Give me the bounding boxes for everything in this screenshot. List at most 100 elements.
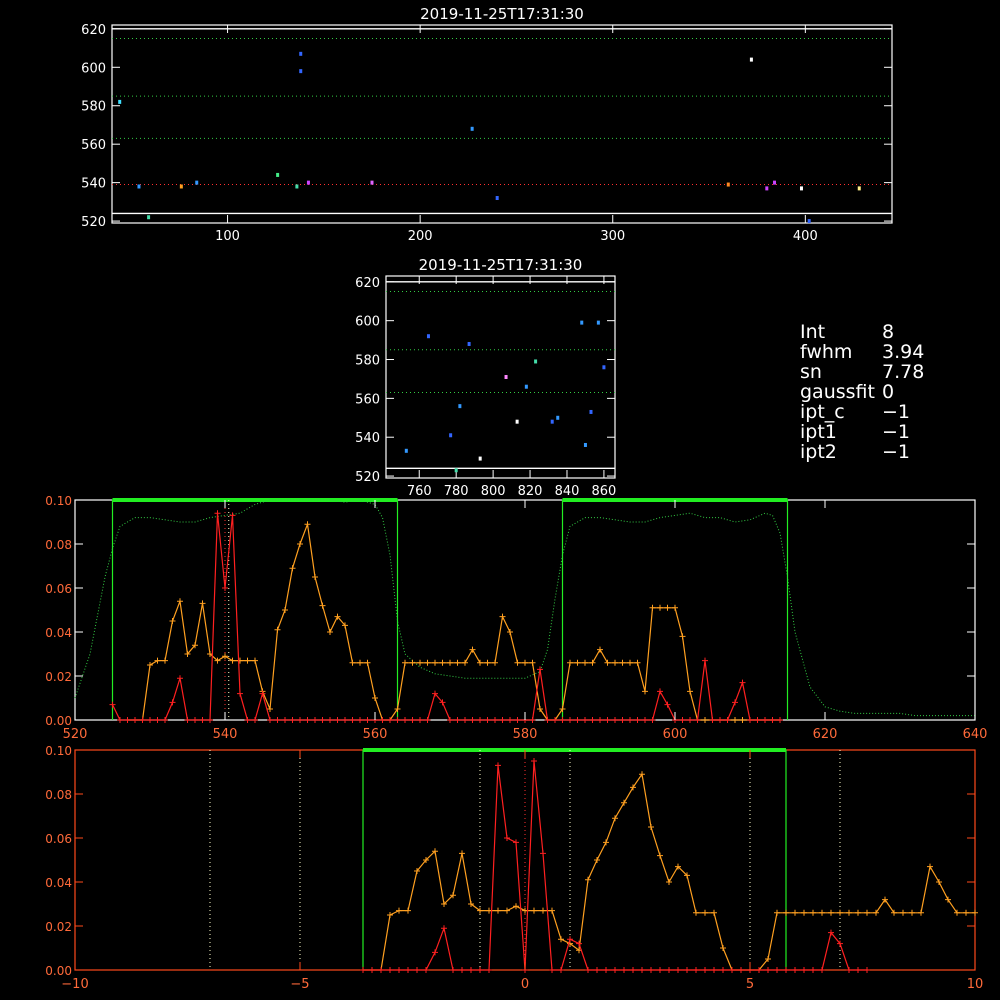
data-marker [297,717,303,723]
info-row-int: Int 8 [800,322,924,342]
x-tick-label: 400 [793,229,818,244]
data-marker [694,717,701,723]
data-marker [576,940,582,947]
data-marker [334,717,341,723]
info-panel: Int 8 fwhm 3.94 sn 7.78 gaussfit 0 ipt_c −1 i… [800,322,924,462]
profile-plot: 520 540 560 580 600 620 640 0.00 0.02 0.04 0.06 0.0… [45,494,987,742]
data-marker [783,909,789,916]
data-marker [504,907,510,914]
y-tick-label: 580 [81,100,106,115]
data-marker [666,967,672,973]
data-marker [513,839,519,846]
data-marker [486,967,492,973]
info-key: fwhm [800,341,853,363]
data-marker [657,967,663,973]
data-marker [454,659,461,666]
data-marker [774,909,780,916]
data-marker [765,967,771,973]
data-marker [648,824,654,830]
spectrum-point [295,184,299,189]
red-series-line [111,513,780,721]
spectrum-point [467,341,471,346]
data-marker [289,565,296,572]
spectrum-point [857,186,861,191]
data-marker [369,967,375,973]
data-marker [693,909,699,916]
data-marker [396,967,402,973]
y-tick-label: 540 [355,431,380,446]
data-marker [621,967,627,973]
data-marker [972,909,978,916]
data-marker [214,510,221,517]
data-marker [274,626,281,633]
data-marker [184,717,191,723]
data-marker [405,967,411,973]
data-marker [855,909,861,916]
data-marker [574,717,581,723]
info-row-gaussfit: gaussfit 0 [800,382,924,402]
data-marker [619,659,626,666]
data-marker [495,907,501,914]
data-marker [379,717,386,723]
data-marker [558,936,564,943]
data-marker [777,717,783,723]
data-marker [499,717,506,723]
data-marker [468,967,474,973]
data-marker [342,717,348,723]
data-marker [819,909,825,916]
data-marker [177,598,183,605]
data-marker [963,909,969,916]
y-tick-label: 600 [81,61,106,76]
data-marker [139,717,146,723]
data-marker [289,717,296,723]
data-marker [405,907,411,914]
data-marker [574,659,581,666]
info-row-ipt2: ipt2 −1 [800,442,924,462]
data-marker [666,879,672,885]
data-marker [364,659,371,666]
x-tick-label: 860 [592,484,617,499]
spectrum-point [276,172,280,177]
data-marker [409,717,416,723]
data-marker [732,717,738,723]
data-marker [477,659,483,666]
data-marker [900,909,906,916]
data-marker [147,662,153,668]
data-marker [558,967,564,973]
data-marker [514,659,521,666]
data-marker [594,857,600,863]
x-tick-label: 540 [213,727,238,742]
data-marker [454,717,461,723]
y-tick-label: 620 [355,276,380,291]
info-key: ipt_c [800,401,845,423]
data-marker [702,909,708,916]
data-marker [717,717,723,723]
data-marker [709,717,716,723]
data-marker [864,967,870,973]
spectrum-point [580,320,584,325]
data-marker [147,717,153,723]
data-marker [282,607,288,613]
data-marker [439,659,446,666]
spectrum-point [299,69,303,74]
data-marker [507,717,513,723]
data-marker [648,967,654,973]
data-marker [462,717,468,723]
spectrum-point [454,468,458,473]
plot-frame [385,275,616,479]
data-marker [549,967,555,973]
y-tick-label: 580 [355,354,380,369]
velocity-profile-plot: −10 −5 0 5 10 0.00 0.02 0.04 0.06 0.08 0.10 [45,744,983,992]
data-marker [222,585,228,591]
data-marker [927,863,933,870]
data-marker [169,699,176,706]
y-tick-label: 0.00 [45,714,72,728]
data-marker [739,679,746,686]
info-value: −1 [882,441,911,463]
x-tick-label: 600 [663,727,688,742]
x-tick-label: 520 [63,727,88,742]
data-marker [522,659,528,666]
data-marker [252,717,258,723]
spectrum-point [550,419,554,424]
data-marker [529,659,536,666]
